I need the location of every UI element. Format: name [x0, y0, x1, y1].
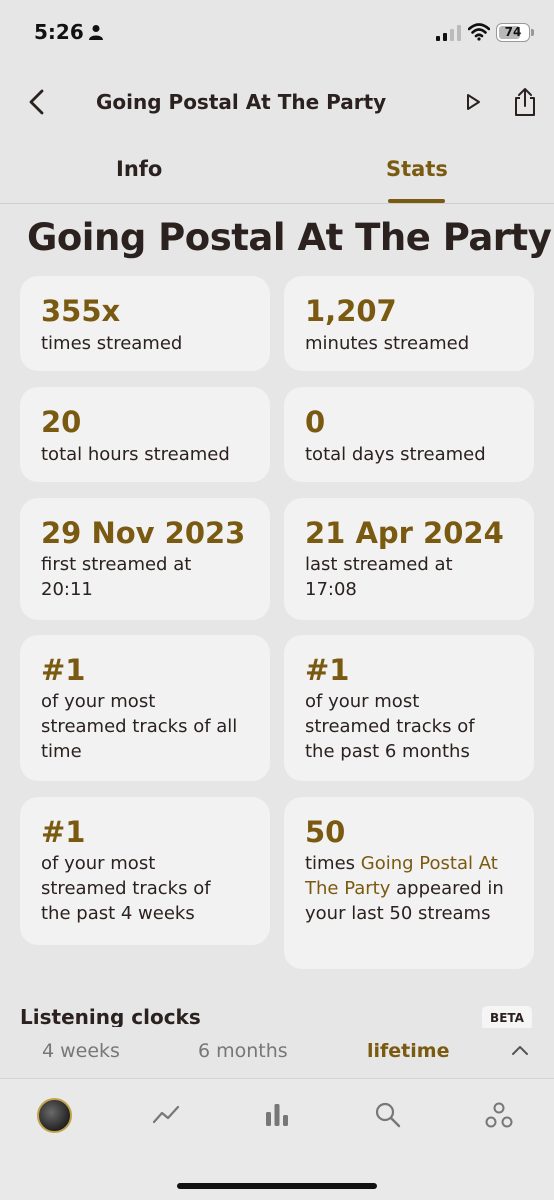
stat-value: 0 [305, 405, 326, 439]
section-title-listening-clocks: Listening clocks [20, 1005, 201, 1027]
stat-label-prefix: times [305, 853, 356, 874]
stat-card-times-streamed: 355x times streamed [20, 276, 270, 371]
range-6-months[interactable]: 6 months [198, 1040, 288, 1062]
beta-badge: BETA [482, 1006, 532, 1030]
stat-card-days-streamed: 0 total days streamed [284, 387, 534, 482]
stat-card-minutes-streamed: 1,207 minutes streamed [284, 276, 534, 371]
status-time: 5:26 [34, 20, 84, 44]
cellular-signal-icon [436, 25, 461, 41]
stat-value: #1 [41, 653, 86, 687]
trend-icon[interactable] [151, 1100, 181, 1130]
stat-card-rank-all-time: #1 of your most streamed tracks of all t… [20, 635, 270, 781]
range-4-weeks[interactable]: 4 weeks [42, 1040, 120, 1062]
stat-card-rank-4-weeks: #1 of your most streamed tracks of the p… [20, 797, 270, 945]
stat-card-first-streamed: 29 Nov 2023 first streamed at 20:11 [20, 498, 270, 620]
stat-label: total days streamed [305, 444, 486, 465]
stat-label: of your most streamed tracks of the past… [305, 691, 475, 762]
search-icon[interactable] [373, 1100, 403, 1130]
tab-bar [0, 1079, 554, 1200]
back-chevron-icon[interactable] [26, 88, 48, 116]
tab-info[interactable]: Info [116, 157, 162, 181]
stat-card-last-streamed: 21 Apr 2024 last streamed at 17:08 [284, 498, 534, 620]
tab-stats[interactable]: Stats [386, 157, 448, 181]
stat-label: times Going Postal At The Party appeared… [305, 851, 515, 926]
home-indicator [177, 1183, 377, 1189]
stat-value: 1,207 [305, 294, 397, 328]
stat-card-hours-streamed: 20 total hours streamed [20, 387, 270, 482]
battery-level: 74 [504, 25, 522, 39]
person-icon [89, 25, 103, 40]
stat-value: 355x [41, 294, 121, 328]
tab-divider [0, 203, 554, 204]
stat-value: 29 Nov 2023 [41, 516, 246, 550]
range-lifetime[interactable]: lifetime [367, 1040, 449, 1062]
share-icon[interactable] [512, 87, 538, 117]
stat-value: #1 [41, 815, 86, 849]
nav-title: Going Postal At The Party [96, 90, 387, 114]
wifi-icon [468, 23, 490, 41]
chart-icon[interactable] [262, 1100, 292, 1130]
friends-icon[interactable] [484, 1100, 514, 1130]
chevron-up-icon[interactable] [510, 1043, 530, 1057]
stat-label: of your most streamed tracks of all time [41, 691, 238, 762]
battery-cap [531, 29, 534, 36]
stat-label: first streamed at 20:11 [41, 554, 192, 600]
stat-value: 20 [41, 405, 82, 439]
stat-label: total hours streamed [41, 444, 230, 465]
battery-indicator: 74 [496, 23, 530, 42]
avatar[interactable] [37, 1098, 72, 1133]
play-icon[interactable] [463, 92, 483, 112]
stat-card-rank-6-months: #1 of your most streamed tracks of the p… [284, 635, 534, 781]
stat-label: last streamed at 17:08 [305, 554, 453, 600]
stat-card-recent-appearances: 50 times Going Postal At The Party appea… [284, 797, 534, 969]
stat-label: minutes streamed [305, 333, 470, 354]
stat-label: times streamed [41, 333, 183, 354]
stat-value: 21 Apr 2024 [305, 516, 504, 550]
page-title: Going Postal At The Party [27, 216, 552, 259]
stat-value: 50 [305, 815, 346, 849]
stat-label: of your most streamed tracks of the past… [41, 853, 211, 924]
stat-value: #1 [305, 653, 350, 687]
